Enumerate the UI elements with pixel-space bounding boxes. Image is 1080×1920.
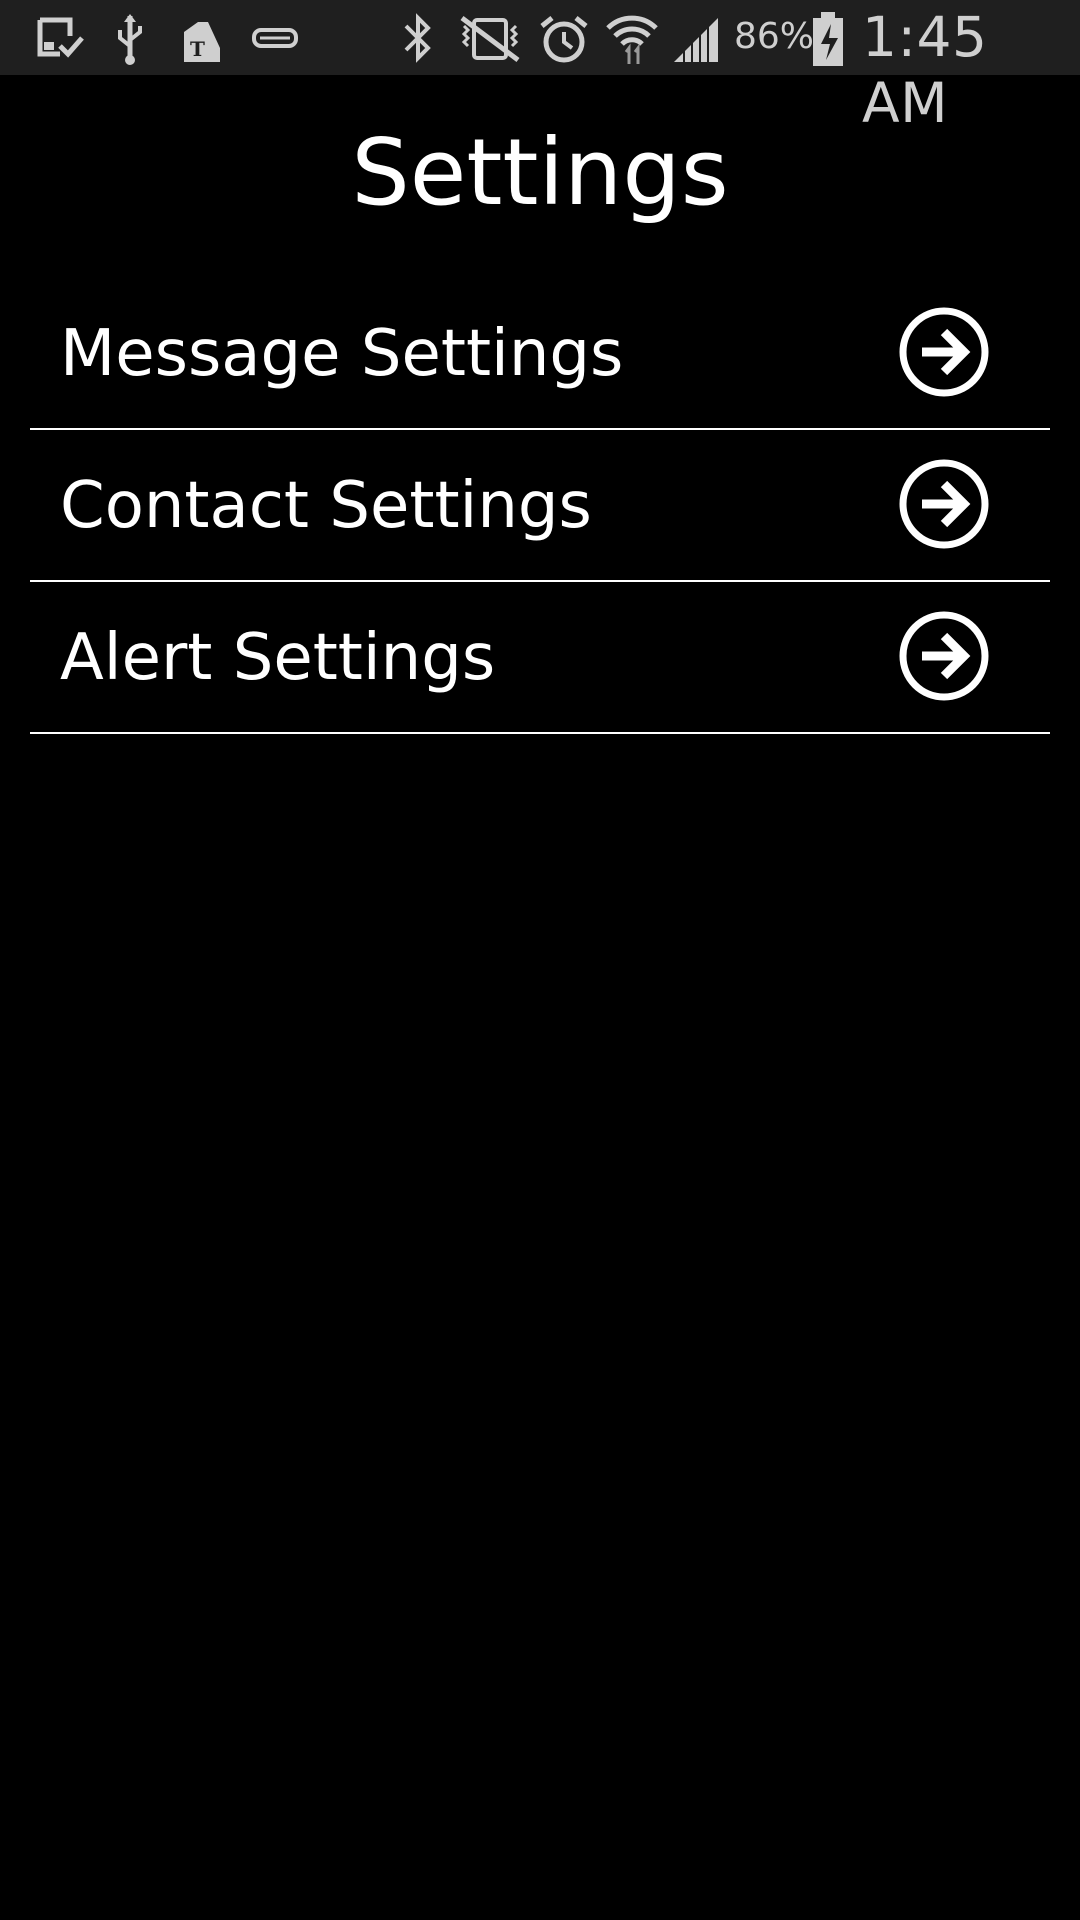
- vibrate-off-icon: [454, 8, 526, 68]
- arrow-right-circle-icon[interactable]: [898, 306, 990, 398]
- alarm-icon: [536, 8, 592, 68]
- arrow-right-circle-icon[interactable]: [898, 610, 990, 702]
- battery-charging-icon: [810, 8, 846, 68]
- settings-item-message[interactable]: Message Settings: [30, 278, 1050, 430]
- settings-list: Message Settings Contact Settings Alert …: [30, 278, 1050, 734]
- settings-item-label: Message Settings: [60, 317, 624, 391]
- tmobile-icon: T: [178, 8, 228, 68]
- signal-icon: [670, 8, 722, 68]
- svg-text:T: T: [190, 37, 205, 61]
- download-done-icon: [36, 8, 86, 68]
- clock-time: 1:45 AM: [862, 5, 988, 135]
- settings-item-alert[interactable]: Alert Settings: [30, 582, 1050, 734]
- usb-icon: [110, 8, 150, 68]
- battery-percentage: 86%: [734, 16, 815, 57]
- settings-item-contact[interactable]: Contact Settings: [30, 430, 1050, 582]
- bluetooth-icon: [398, 8, 438, 68]
- settings-item-label: Alert Settings: [60, 621, 496, 695]
- nfc-card-icon: [250, 8, 300, 68]
- status-bar: T 86% 1:45 AM: [0, 0, 1080, 135]
- settings-item-label: Contact Settings: [60, 469, 592, 543]
- page-title: Settings: [351, 119, 729, 226]
- arrow-right-circle-icon[interactable]: [898, 458, 990, 550]
- wifi-icon: [604, 8, 660, 68]
